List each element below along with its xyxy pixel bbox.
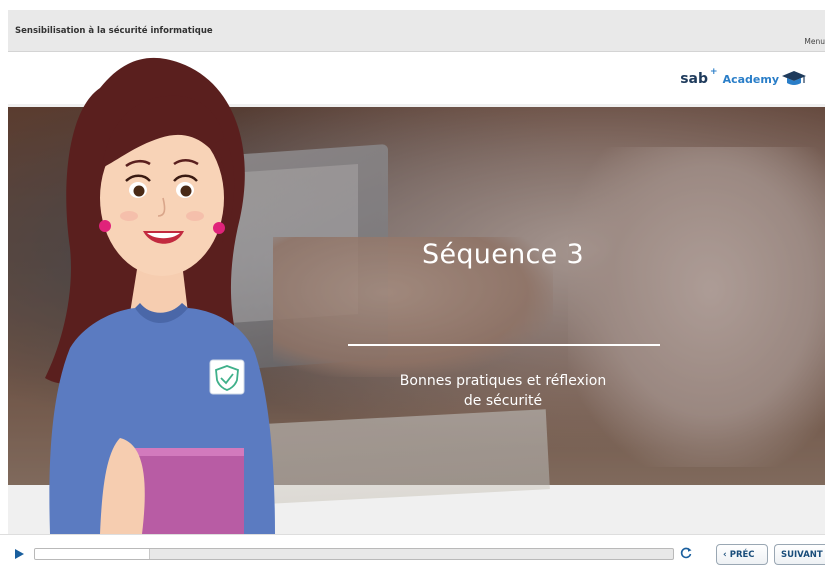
subtitle-line-1: Bonnes pratiques et réflexion bbox=[399, 373, 607, 389]
chevron-left-icon: ‹ bbox=[723, 549, 727, 560]
menu-button[interactable]: Menu bbox=[804, 37, 825, 46]
previous-button[interactable]: ‹ PRÉC bbox=[716, 544, 768, 565]
course-title: Sensibilisation à la sécurité informatiq… bbox=[15, 26, 213, 36]
next-label: SUIVANT bbox=[781, 549, 823, 560]
presenter-character bbox=[45, 57, 275, 534]
brand-plus: + bbox=[710, 67, 718, 77]
sequence-subtitle: Bonnes pratiques et réflexion de sécurit… bbox=[368, 371, 638, 411]
seek-bar-fill bbox=[35, 549, 150, 559]
sequence-title: Séquence 3 bbox=[422, 239, 584, 270]
graduation-cap-icon bbox=[782, 71, 806, 85]
top-bar: Sensibilisation à la sécurité informatiq… bbox=[8, 10, 825, 52]
replay-icon[interactable] bbox=[679, 547, 693, 561]
title-divider bbox=[348, 344, 660, 346]
brand-academy: Academy bbox=[722, 72, 779, 86]
elearning-player: Sensibilisation à la sécurité informatiq… bbox=[0, 0, 825, 574]
seek-bar[interactable] bbox=[34, 548, 674, 560]
play-icon[interactable] bbox=[13, 548, 25, 560]
player-controls: ‹ PRÉC SUIVANT › bbox=[0, 534, 825, 574]
subtitle-line-2: de sécurité bbox=[463, 393, 543, 409]
brand-logo: sab + Academy bbox=[680, 67, 807, 88]
brand-sab: sab bbox=[680, 71, 709, 87]
next-button[interactable]: SUIVANT › bbox=[774, 544, 825, 565]
previous-label: PRÉC bbox=[729, 549, 755, 560]
